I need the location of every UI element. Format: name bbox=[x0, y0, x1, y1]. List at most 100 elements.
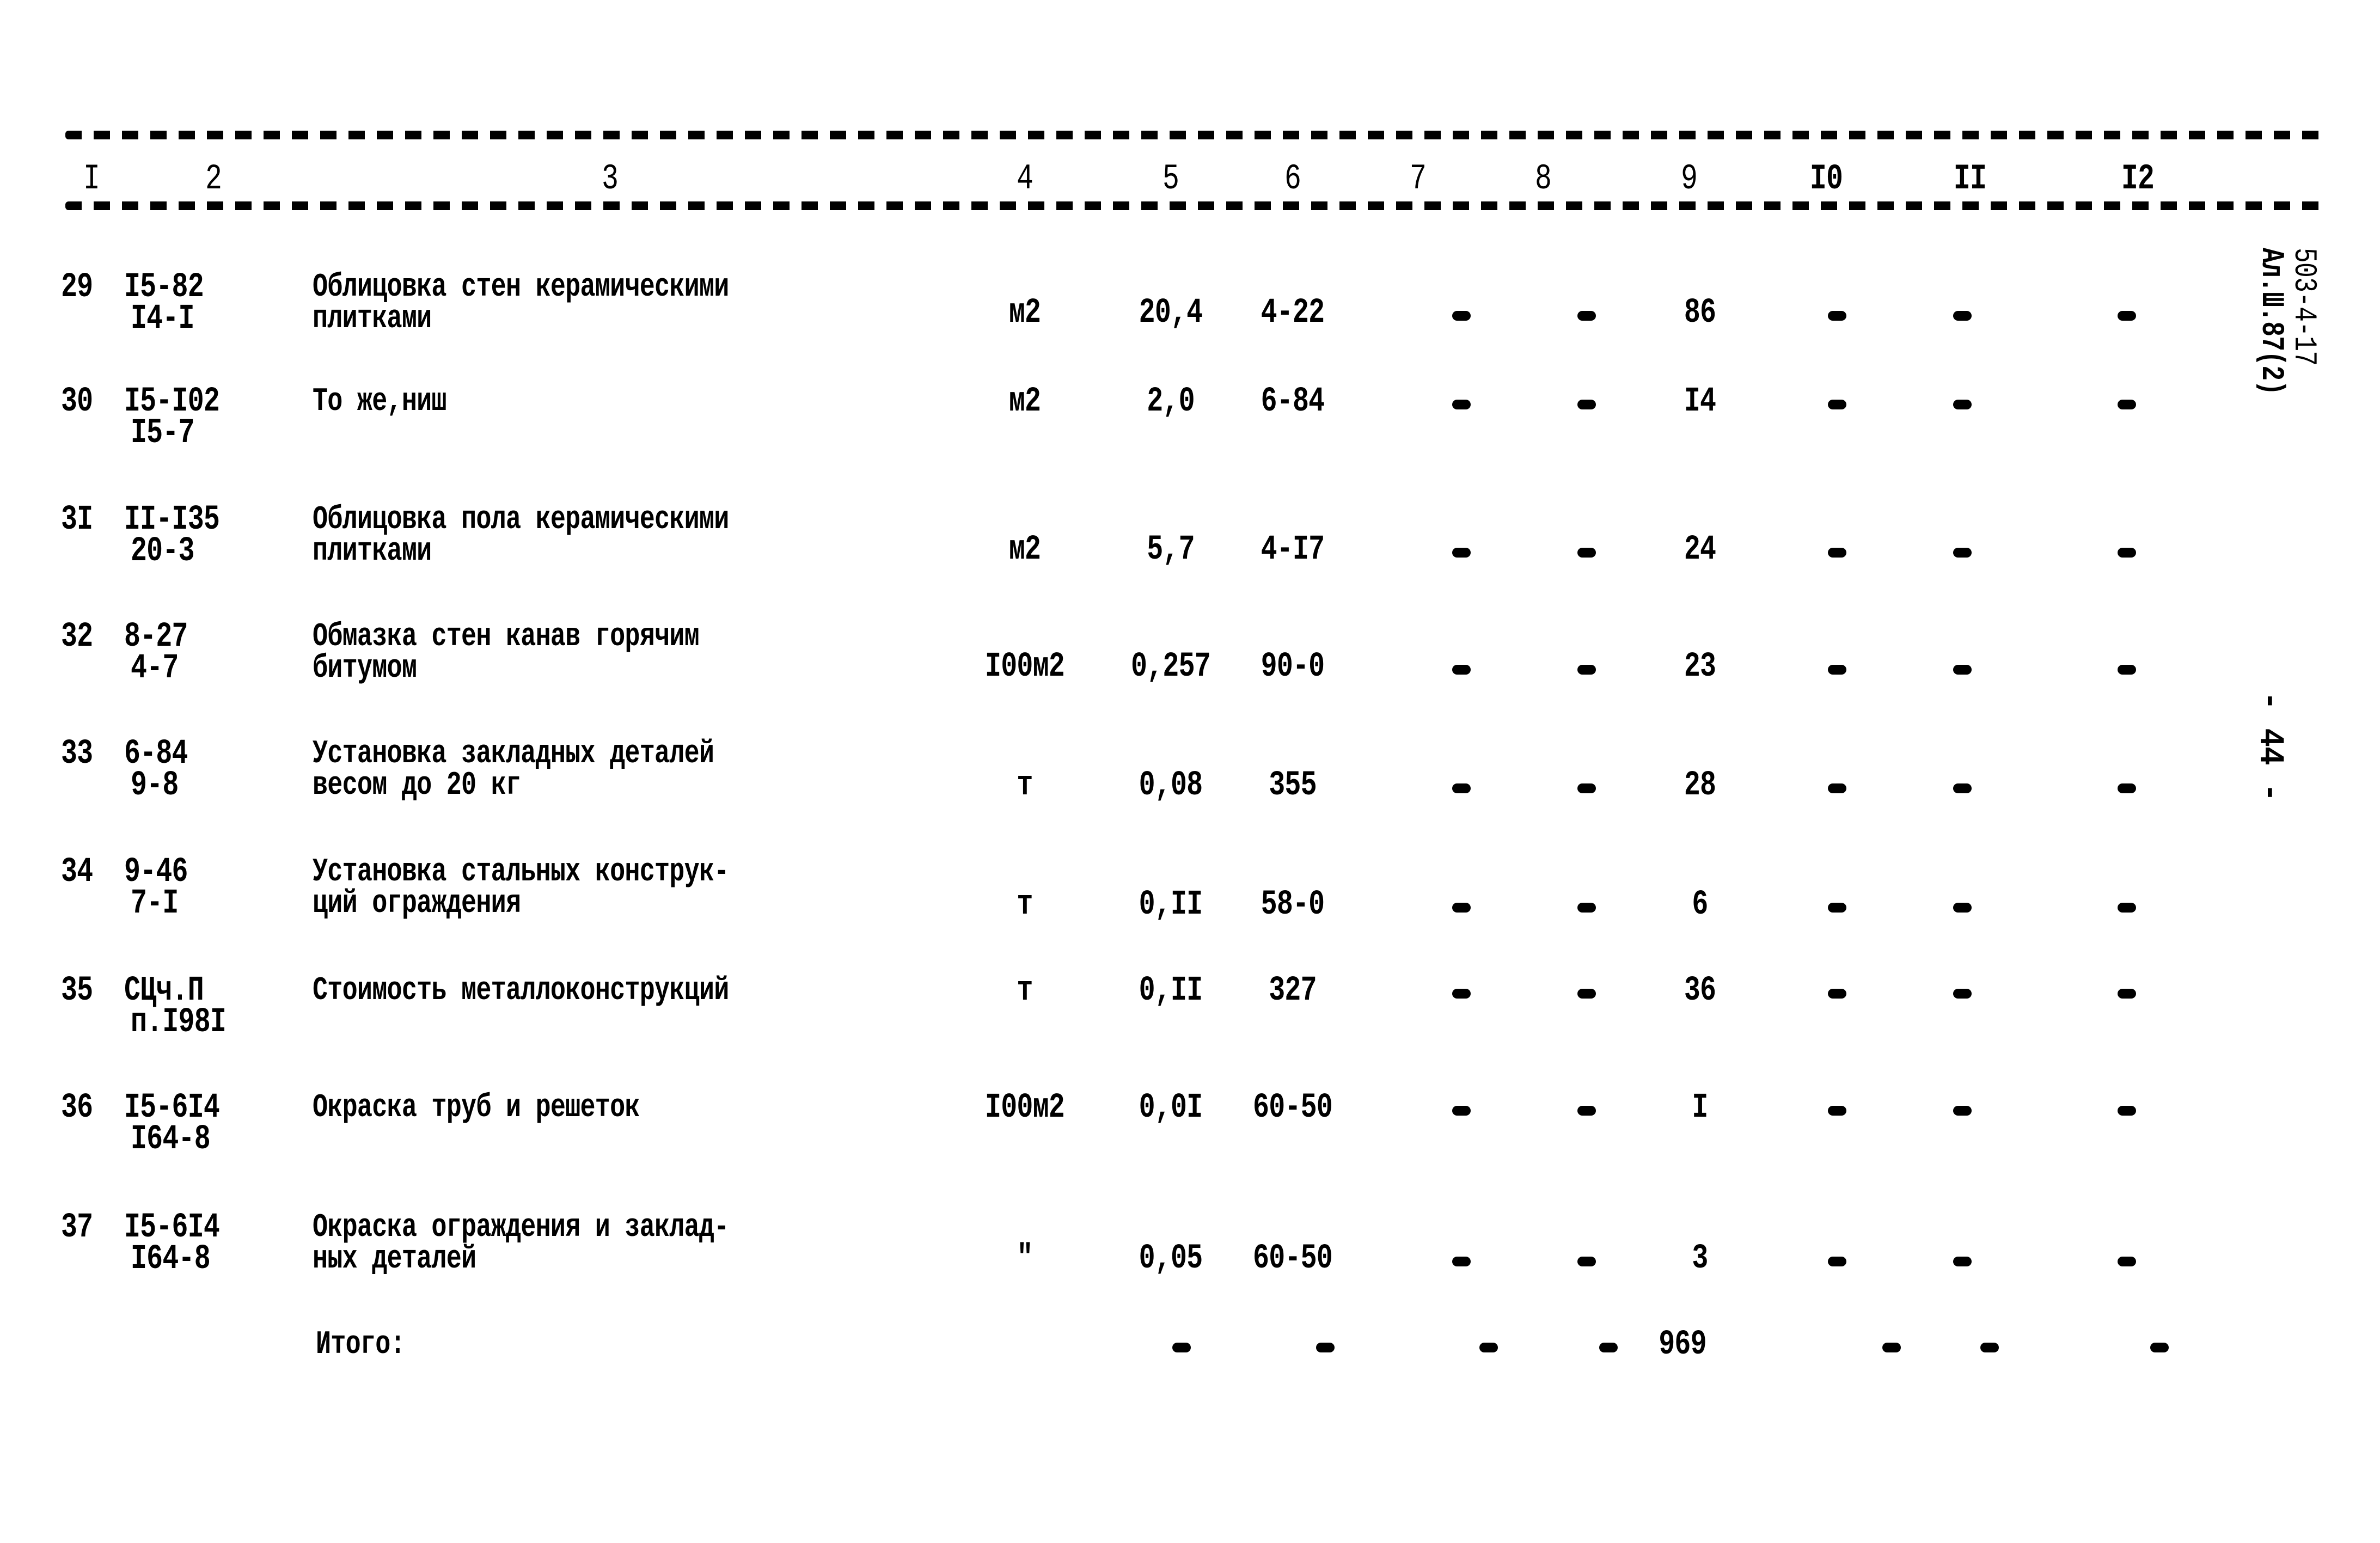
empty-cell-dash bbox=[1452, 783, 1471, 793]
cell-price: 58-0 bbox=[1261, 885, 1325, 924]
work-description-line-1: Окраска ограждения и заклад- bbox=[313, 1209, 729, 1246]
cell-price: 60-50 bbox=[1253, 1088, 1333, 1128]
empty-cell-dash bbox=[2118, 783, 2136, 793]
column-header-2: 2 bbox=[205, 158, 222, 199]
empty-cell-dash bbox=[1452, 989, 1471, 999]
cell-c9: 36 bbox=[1684, 971, 1716, 1011]
cell-c9: 24 bbox=[1684, 530, 1716, 570]
empty-cell-dash bbox=[1452, 311, 1471, 321]
cell-price: 4-I7 bbox=[1261, 530, 1325, 570]
work-description-line-1: Окраска труб и решеток bbox=[313, 1089, 640, 1126]
work-description-line-1: Облицовка пола керамическими bbox=[313, 501, 729, 538]
empty-cell-dash bbox=[1577, 1106, 1596, 1116]
column-header-8: 8 bbox=[1534, 158, 1552, 199]
work-description-line-1: Установка закладных деталей bbox=[313, 736, 714, 773]
document-side-code: 503-4-17 Ал.Ш.87(2) bbox=[2253, 248, 2321, 432]
row-number: 34 bbox=[61, 853, 93, 892]
header-top-rule bbox=[65, 131, 2330, 139]
column-header-1: I bbox=[83, 158, 100, 199]
work-description-line-1: Обмазка стен канав горячим bbox=[313, 619, 700, 656]
cell-c9: 6 bbox=[1692, 885, 1708, 924]
empty-cell-dash bbox=[1452, 1106, 1471, 1116]
work-description-line-2: битумом bbox=[313, 650, 417, 687]
total-label: Итого: bbox=[316, 1326, 406, 1363]
empty-cell-dash bbox=[1828, 903, 1846, 913]
norm-code-line-2: I4-I bbox=[131, 299, 194, 339]
norm-code-line-2: I64-8 bbox=[131, 1120, 211, 1159]
empty-cell-dash bbox=[1479, 1343, 1498, 1352]
empty-cell-dash bbox=[1577, 311, 1596, 321]
empty-cell-dash bbox=[1828, 1106, 1846, 1116]
cell-qty: 2,0 bbox=[1147, 382, 1195, 421]
row-number: 29 bbox=[61, 268, 93, 307]
norm-code-line-2: п.I98I bbox=[131, 1003, 227, 1042]
norm-code-line-1: 8-27 bbox=[124, 617, 188, 657]
page-number-text: - 44 - bbox=[2250, 691, 2289, 801]
empty-cell-dash bbox=[2118, 903, 2136, 913]
row-number: 30 bbox=[61, 382, 93, 421]
empty-cell-dash bbox=[1828, 989, 1846, 999]
empty-cell-dash bbox=[1452, 665, 1471, 675]
row-number: 37 bbox=[61, 1208, 93, 1247]
norm-code-line-1: I5-6I4 bbox=[124, 1208, 220, 1247]
empty-cell-dash bbox=[1828, 400, 1846, 409]
empty-cell-dash bbox=[1828, 548, 1846, 558]
work-description-line-2: плитками bbox=[313, 301, 432, 338]
cell-unit: м2 bbox=[1008, 382, 1041, 421]
empty-cell-dash bbox=[2118, 548, 2136, 558]
cell-price: 60-50 bbox=[1253, 1239, 1333, 1278]
empty-cell-dash bbox=[1452, 1257, 1471, 1266]
norm-code-line-1: 9-46 bbox=[124, 853, 188, 892]
work-description-line-2: ных деталей bbox=[313, 1241, 476, 1278]
empty-cell-dash bbox=[2118, 1257, 2136, 1266]
cell-unit: т bbox=[1017, 766, 1033, 805]
empty-cell-dash bbox=[2118, 989, 2136, 999]
norm-code-line-2: 9-8 bbox=[131, 766, 179, 805]
header-bottom-rule bbox=[65, 201, 2330, 210]
work-description-line-1: То же,ниш bbox=[313, 383, 447, 420]
cell-unit: м2 bbox=[1008, 293, 1041, 333]
cell-unit: т bbox=[1017, 885, 1033, 924]
empty-cell-dash bbox=[1828, 665, 1846, 675]
column-header-5: 5 bbox=[1162, 158, 1179, 199]
cell-c9: 23 bbox=[1684, 647, 1716, 687]
page-number: - 44 - bbox=[2250, 691, 2289, 813]
empty-cell-dash bbox=[2150, 1343, 2169, 1352]
norm-code-line-2: 20-3 bbox=[131, 532, 194, 571]
empty-cell-dash bbox=[1828, 1257, 1846, 1266]
empty-cell-dash bbox=[1577, 989, 1596, 999]
cell-price: 6-84 bbox=[1261, 382, 1325, 421]
column-header-7: 7 bbox=[1409, 158, 1427, 199]
empty-cell-dash bbox=[1953, 989, 1972, 999]
empty-cell-dash bbox=[1452, 400, 1471, 409]
empty-cell-dash bbox=[1452, 903, 1471, 913]
norm-code-line-1: СЦч.П bbox=[124, 971, 204, 1011]
cell-price: 4-22 bbox=[1261, 293, 1325, 333]
cell-price: 327 bbox=[1269, 971, 1317, 1011]
empty-cell-dash bbox=[1452, 548, 1471, 558]
empty-cell-dash bbox=[1882, 1343, 1901, 1352]
empty-cell-dash bbox=[1953, 548, 1972, 558]
cell-c9: 28 bbox=[1684, 766, 1716, 805]
empty-cell-dash bbox=[2118, 665, 2136, 675]
norm-code-line-2: 7-I bbox=[131, 884, 179, 923]
cell-c9: 86 bbox=[1684, 293, 1716, 333]
cell-qty: 0,0I bbox=[1139, 1088, 1203, 1128]
cell-c9: 3 bbox=[1692, 1239, 1708, 1278]
work-description-line-2: ций ограждения bbox=[313, 885, 521, 922]
row-number: 32 bbox=[61, 617, 93, 657]
norm-code-line-1: II-I35 bbox=[124, 500, 220, 540]
norm-code-line-2: I64-8 bbox=[131, 1240, 211, 1279]
empty-cell-dash bbox=[1172, 1343, 1191, 1352]
empty-cell-dash bbox=[1828, 311, 1846, 321]
work-description-line-2: плитками bbox=[313, 533, 432, 570]
cell-c9: I4 bbox=[1684, 382, 1716, 421]
cell-unit: т bbox=[1017, 971, 1033, 1011]
cell-qty: 0,05 bbox=[1139, 1239, 1203, 1278]
norm-code-line-1: I5-82 bbox=[124, 268, 204, 307]
cell-qty: 0,257 bbox=[1131, 647, 1211, 687]
empty-cell-dash bbox=[2118, 400, 2136, 409]
row-number: 33 bbox=[61, 734, 93, 774]
column-header-4: 4 bbox=[1016, 158, 1033, 199]
cell-unit: I00м2 bbox=[985, 647, 1065, 687]
